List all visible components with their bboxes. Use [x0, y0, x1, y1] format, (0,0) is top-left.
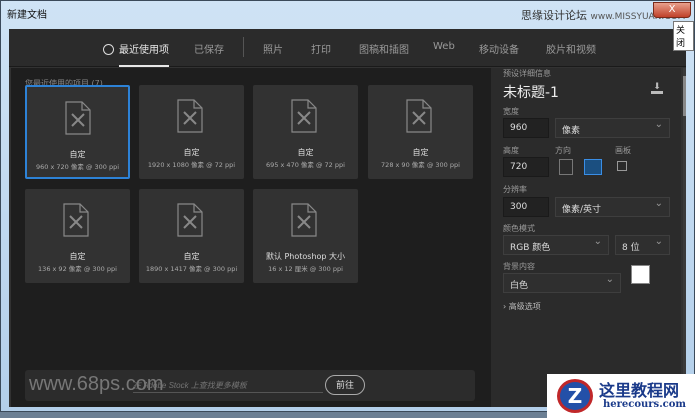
tab-mobile[interactable]: 移动设备: [479, 41, 519, 56]
recent-preset-card[interactable]: 自定 136 x 92 像素 @ 300 ppi: [25, 189, 130, 283]
orientation-label: 方向: [555, 146, 571, 155]
document-icon: [63, 203, 89, 237]
tab-web[interactable]: Web: [433, 41, 455, 52]
preset-name: 自定: [183, 148, 200, 157]
logo-url: herecours.com: [603, 399, 687, 410]
preset-name: 默认 Photoshop 大小: [265, 252, 346, 261]
preset-name: 自定: [297, 148, 314, 157]
preset-size: 1890 x 1417 像素 @ 300 ppi: [145, 265, 238, 273]
logo-text: 这里教程网: [599, 381, 680, 400]
tab-recent[interactable]: 最近使用项: [103, 41, 169, 67]
advanced-options-toggle[interactable]: › 高级选项: [503, 301, 541, 312]
document-icon: [177, 203, 203, 237]
background-select[interactable]: 白色: [503, 273, 621, 293]
tab-label: 最近使用项: [119, 45, 169, 56]
artboard-checkbox[interactable]: [617, 161, 627, 171]
document-name[interactable]: 未标题-1: [503, 82, 559, 102]
width-label: 宽度: [503, 107, 519, 116]
document-icon: [406, 99, 432, 133]
width-input[interactable]: 960: [503, 118, 549, 138]
document-icon: [291, 99, 317, 133]
preset-details-panel: 预设详细信息 未标题-1 ⬇ 宽度 960 像素 高度 方向 画板 720 分辨…: [491, 68, 681, 407]
landscape-orientation-icon[interactable]: [584, 159, 602, 175]
recent-preset-card[interactable]: 自定 960 x 720 像素 @ 300 ppi: [25, 85, 130, 179]
recent-panel: 您最近使用的项目 (7) 自定 960 x 720 像素 @ 300 ppi 自定 1…: [11, 68, 491, 407]
background-color-swatch[interactable]: [631, 265, 650, 284]
window-title: 新建文档: [7, 10, 47, 21]
go-button[interactable]: 前往: [325, 375, 365, 395]
resolution-unit-select[interactable]: 像素/英寸: [555, 197, 670, 217]
new-document-window: 新建文档 思缘设计论坛 www.MISSYUAN.COM X 关闭 最近使用项 …: [0, 0, 695, 412]
document-icon: [291, 203, 317, 237]
document-icon: [65, 101, 91, 135]
preset-size: 695 x 470 像素 @ 72 ppi: [266, 161, 345, 169]
category-tabs: 最近使用项 已保存 照片 打印 图稿和插图 Web 移动设备 胶片和视频: [9, 29, 686, 67]
save-preset-icon[interactable]: ⬇: [651, 83, 663, 94]
preset-size: 16 x 12 厘米 @ 300 ppi: [268, 265, 343, 273]
stock-search-input[interactable]: [133, 378, 323, 393]
recent-preset-card[interactable]: 自定 1890 x 1417 像素 @ 300 ppi: [139, 189, 244, 283]
preset-name: 自定: [412, 148, 429, 157]
recent-preset-card[interactable]: 自定 728 x 90 像素 @ 300 ppi: [368, 85, 473, 179]
height-input[interactable]: 720: [503, 157, 549, 177]
preset-name: 自定: [69, 252, 86, 261]
portrait-orientation-icon[interactable]: [559, 159, 573, 175]
preset-size: 728 x 90 像素 @ 300 ppi: [381, 161, 460, 169]
preset-heading: 预设详细信息: [503, 69, 551, 78]
artboard-label: 画板: [615, 146, 631, 155]
preset-size: 1920 x 1080 像素 @ 72 ppi: [147, 161, 236, 169]
recent-preset-card[interactable]: 自定 695 x 470 像素 @ 72 ppi: [253, 85, 358, 179]
width-unit-select[interactable]: 像素: [555, 118, 670, 138]
preset-name: 自定: [183, 252, 200, 261]
preset-name: 自定: [69, 150, 86, 159]
advanced-label: 高级选项: [508, 302, 541, 311]
logo-mark: Z: [557, 379, 593, 413]
scrollbar-thumb[interactable]: [683, 76, 686, 116]
stock-search-bar: www.68ps.com 前往: [25, 370, 475, 401]
tab-film[interactable]: 胶片和视频: [546, 41, 596, 56]
tab-saved[interactable]: 已保存: [194, 41, 224, 56]
tab-print[interactable]: 打印: [311, 41, 331, 56]
recent-preset-card[interactable]: 默认 Photoshop 大小 16 x 12 厘米 @ 300 ppi: [253, 189, 358, 283]
resolution-label: 分辨率: [503, 185, 527, 194]
tab-photo[interactable]: 照片: [263, 41, 283, 56]
recent-preset-card[interactable]: 自定 1920 x 1080 像素 @ 72 ppi: [139, 85, 244, 179]
color-mode-label: 颜色模式: [503, 224, 535, 233]
background-label: 背景内容: [503, 262, 535, 271]
watermark-text: 思缘设计论坛: [521, 9, 587, 22]
preset-size: 136 x 92 像素 @ 300 ppi: [38, 265, 117, 273]
clock-icon: [103, 44, 114, 55]
bit-depth-select[interactable]: 8 位: [615, 235, 670, 255]
tab-art[interactable]: 图稿和插图: [359, 41, 409, 56]
dialog-body: 最近使用项 已保存 照片 打印 图稿和插图 Web 移动设备 胶片和视频 您最近…: [9, 29, 686, 407]
scrollbar[interactable]: [683, 68, 686, 407]
close-tooltip: 关闭: [673, 21, 694, 51]
height-label: 高度: [503, 146, 519, 155]
close-button[interactable]: X: [653, 2, 691, 18]
preset-size: 960 x 720 像素 @ 300 ppi: [35, 163, 120, 171]
resolution-input[interactable]: 300: [503, 197, 549, 217]
document-icon: [177, 99, 203, 133]
tab-divider: [243, 37, 244, 57]
color-mode-select[interactable]: RGB 颜色: [503, 235, 609, 255]
title-bar: 新建文档 思缘设计论坛 www.MISSYUAN.COM X: [1, 1, 694, 25]
watermark-logo: Z 这里教程网 herecours.com: [547, 374, 695, 418]
